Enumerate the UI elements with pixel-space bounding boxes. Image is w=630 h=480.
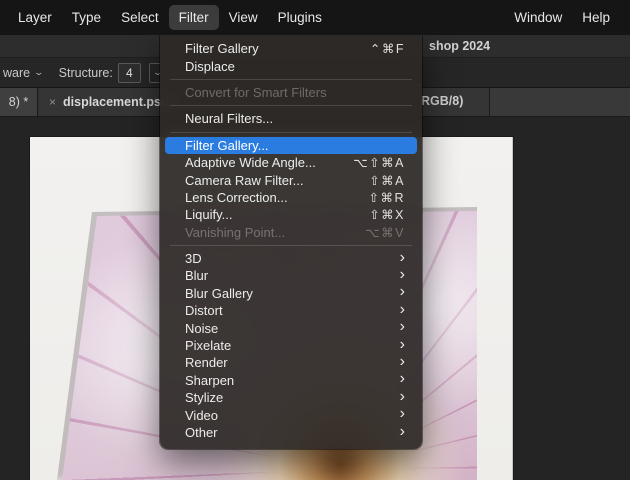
menu-item-label: Pixelate <box>185 338 232 354</box>
structure-label: Structure: <box>58 65 113 80</box>
keyboard-shortcut: ⌥⌘V <box>365 225 405 240</box>
menu-item-blur[interactable]: Blur › <box>165 265 417 284</box>
menu-separator <box>170 244 412 246</box>
menu-item-label: Lens Correction... <box>185 189 288 205</box>
tab-title: displacement.psd <box>63 95 169 109</box>
menu-item-lens-correction[interactable]: Lens Correction... ⇧⌘R <box>165 189 417 206</box>
menu-item-label: Render <box>185 355 228 371</box>
menu-item-camera-raw-filter[interactable]: Camera Raw Filter... ⇧⌘A <box>165 171 417 188</box>
submenu-arrow-icon: › <box>399 352 405 370</box>
submenu-arrow-icon: › <box>399 283 405 301</box>
menu-item-label: Vanishing Point... <box>185 224 286 240</box>
menu-item-label: Other <box>185 425 218 440</box>
menu-item-convert-for-smart-filters: Convert for Smart Filters <box>165 84 417 101</box>
submenu-arrow-icon: › <box>399 335 405 353</box>
menu-item-noise[interactable]: Noise › <box>165 319 417 336</box>
menu-item-neural-filters[interactable]: Neural Filters... <box>165 110 417 127</box>
menu-item-label: Liquify... <box>185 207 233 223</box>
filter-menu: Filter Gallery ⌃⌘F Displace Convert for Sma… <box>160 35 422 450</box>
menu-item-label: Stylize <box>185 390 224 406</box>
menubar-item-type[interactable]: Type <box>62 5 111 30</box>
menubar-items: Layer Type Select Filter View Plugins <box>0 5 332 30</box>
menu-item-liquify[interactable]: Liquify... ⇧⌘X <box>165 206 417 223</box>
keyboard-shortcut: ⇧⌘R <box>368 190 405 205</box>
submenu-arrow-icon: › <box>399 422 405 440</box>
menu-separator <box>170 131 412 133</box>
menubar-right-items: Window Help <box>504 5 630 30</box>
tab-label-fragment: 8) * <box>8 95 29 109</box>
menu-item-label: Filter Gallery... <box>185 137 269 153</box>
menu-item-label: Noise <box>185 320 219 336</box>
menu-item-video[interactable]: Video › <box>165 406 417 423</box>
menubar-item-filter[interactable]: Filter <box>168 5 219 30</box>
chevron-down-icon: ⌄ <box>33 67 45 77</box>
menubar-item-help[interactable]: Help <box>572 5 620 30</box>
menu-item-vanishing-point: Vanishing Point... ⌥⌘V <box>165 224 417 241</box>
menu-item-filter-gallery[interactable]: Filter Gallery ⌃⌘F <box>165 40 417 57</box>
keyboard-shortcut: ⌥⇧⌘A <box>353 156 405 171</box>
close-icon[interactable]: × <box>49 95 56 109</box>
menubar-item-select[interactable]: Select <box>111 5 169 30</box>
keyboard-shortcut: ⌃⌘F <box>369 42 405 57</box>
window-title: shop 2024 <box>429 39 491 53</box>
menu-item-displace[interactable]: Displace <box>165 57 417 74</box>
submenu-arrow-icon: › <box>399 405 405 423</box>
mode-dropdown[interactable]: ware ⌄ <box>0 65 45 80</box>
menu-item-label: Adaptive Wide Angle... <box>185 155 316 171</box>
submenu-arrow-icon: › <box>399 300 405 318</box>
menu-item-label: Distort <box>185 303 223 319</box>
tab-bar-empty-area <box>490 88 630 116</box>
keyboard-shortcut: ⇧⌘X <box>369 208 405 223</box>
menu-item-render[interactable]: Render › <box>165 352 417 371</box>
keyboard-shortcut: ⇧⌘A <box>369 173 405 188</box>
menubar-item-layer[interactable]: Layer <box>8 5 62 30</box>
menu-item-stylize[interactable]: Stylize › <box>165 387 417 406</box>
menu-item-blur-gallery[interactable]: Blur Gallery › <box>165 283 417 302</box>
menubar: Layer Type Select Filter View Plugins Window H… <box>0 0 630 35</box>
menu-item-adaptive-wide-angle[interactable]: Adaptive Wide Angle... ⌥⇧⌘A <box>165 154 417 171</box>
document-tab-partial[interactable]: 8) * <box>0 88 38 116</box>
menubar-item-view[interactable]: View <box>219 5 268 30</box>
tab-title-fragment: RGB/8) <box>421 94 464 108</box>
submenu-arrow-icon: › <box>399 248 405 266</box>
menu-item-label: Neural Filters... <box>185 111 274 127</box>
menu-item-label: Filter Gallery <box>185 41 259 57</box>
menu-item-label: Blur <box>185 268 209 284</box>
menu-item-label: Sharpen <box>185 372 235 388</box>
menu-item-other[interactable]: Other › <box>165 422 417 441</box>
menubar-item-window[interactable]: Window <box>504 5 572 30</box>
menu-separator <box>170 78 412 80</box>
menu-item-3d[interactable]: 3D › <box>165 248 417 267</box>
menu-separator <box>170 105 412 107</box>
submenu-arrow-icon: › <box>399 265 405 283</box>
submenu-arrow-icon: › <box>399 387 405 405</box>
menu-item-distort[interactable]: Distort › <box>165 300 417 319</box>
mode-dropdown-label: ware <box>3 65 31 80</box>
submenu-arrow-icon: › <box>399 370 405 388</box>
menubar-item-plugins[interactable]: Plugins <box>268 5 332 30</box>
menu-item-label: Convert for Smart Filters <box>185 84 327 100</box>
menu-item-label: Camera Raw Filter... <box>185 172 304 188</box>
menu-item-label: Displace <box>185 58 235 74</box>
menu-item-label: Blur Gallery <box>185 285 253 301</box>
menu-item-label: Video <box>185 407 219 423</box>
menu-item-sharpen[interactable]: Sharpen › <box>165 370 417 389</box>
menu-item-label: 3D <box>185 251 202 267</box>
structure-value-input[interactable]: 4 <box>117 62 141 83</box>
menu-item-filter-gallery[interactable]: Filter Gallery... <box>165 136 417 154</box>
menu-item-pixelate[interactable]: Pixelate › <box>165 335 417 354</box>
submenu-arrow-icon: › <box>399 318 405 336</box>
